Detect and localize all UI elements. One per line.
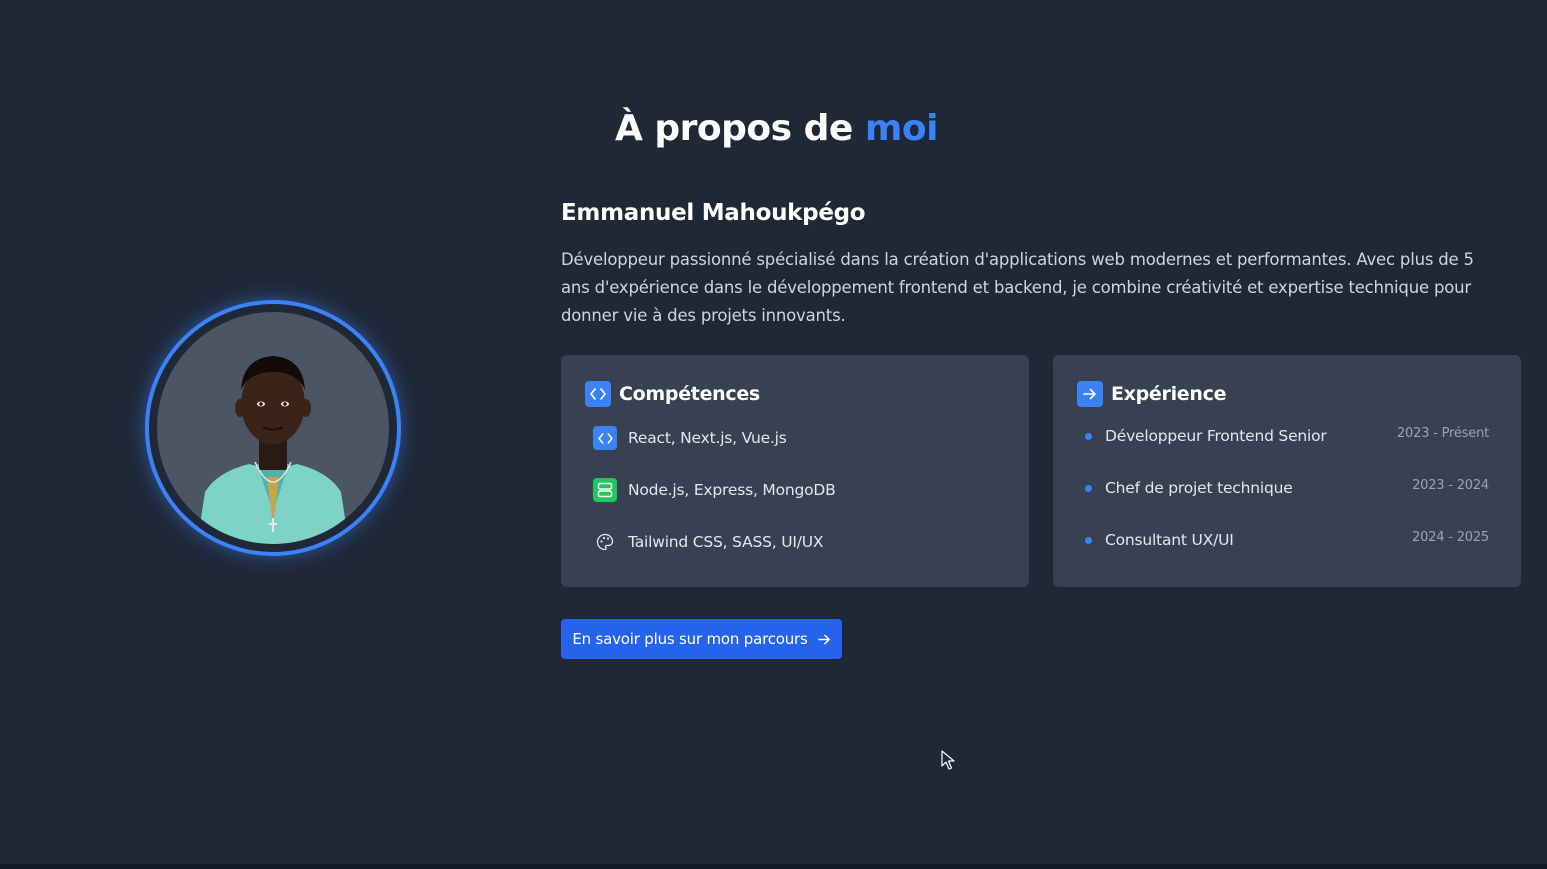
- skill-item-backend: Node.js, Express, MongoDB: [593, 478, 836, 502]
- skill-item-label: Node.js, Express, MongoDB: [628, 481, 836, 499]
- experience-period: 2023 - Présent: [1396, 425, 1489, 441]
- experience-item: Développeur Frontend Senior 2023 - Prése…: [1085, 425, 1489, 445]
- mouse-cursor-icon: [941, 750, 955, 774]
- bottom-edge: [0, 864, 1547, 869]
- bullet-icon: [1085, 432, 1092, 440]
- bullet-icon: [1085, 536, 1092, 544]
- arrow-right-icon: [817, 634, 831, 645]
- profile-name: Emmanuel Mahoukpégo: [561, 200, 866, 226]
- bullet-icon: [1085, 484, 1092, 492]
- experience-period: 2024 - 2025: [1412, 529, 1489, 545]
- learn-more-label: En savoir plus sur mon parcours: [572, 630, 808, 648]
- skills-card-title: Compétences: [619, 383, 760, 405]
- arrow-right-icon: [1077, 381, 1103, 407]
- profile-photo: [157, 312, 389, 544]
- profile-photo-frame: [145, 300, 401, 556]
- skill-item-frontend: React, Next.js, Vue.js: [593, 426, 787, 450]
- palette-icon: [593, 530, 617, 554]
- server-icon: [593, 478, 617, 502]
- experience-item: Consultant UX/UI 2024 - 2025: [1085, 529, 1489, 549]
- experience-item: Chef de projet technique 2023 - 2024: [1085, 477, 1489, 497]
- experience-card-header: Expérience: [1077, 381, 1226, 407]
- code-icon: [593, 426, 617, 450]
- skills-card-header: Compétences: [585, 381, 760, 407]
- experience-role: Développeur Frontend Senior: [1105, 427, 1327, 445]
- experience-role: Chef de projet technique: [1105, 479, 1293, 497]
- learn-more-button[interactable]: En savoir plus sur mon parcours: [561, 619, 842, 659]
- experience-card-title: Expérience: [1111, 383, 1227, 405]
- experience-card: Expérience Développeur Frontend Senior 2…: [1053, 355, 1521, 587]
- code-icon: [585, 381, 611, 407]
- person-illustration: [197, 356, 349, 544]
- profile-bio: Développeur passionné spécialisé dans la…: [561, 250, 1474, 325]
- skills-card: Compétences React, Next.js, Vue.js Node.…: [561, 355, 1029, 587]
- skill-item-label: Tailwind CSS, SASS, UI/UX: [628, 533, 824, 551]
- skill-item-design: Tailwind CSS, SASS, UI/UX: [593, 530, 824, 554]
- section-title-accent: moi: [864, 108, 939, 149]
- skill-item-label: React, Next.js, Vue.js: [628, 429, 787, 447]
- experience-period: 2023 - 2024: [1412, 477, 1489, 493]
- section-title-main: À propos de: [615, 108, 853, 149]
- section-title: À propos de moi: [0, 108, 1547, 149]
- experience-role: Consultant UX/UI: [1105, 531, 1234, 549]
